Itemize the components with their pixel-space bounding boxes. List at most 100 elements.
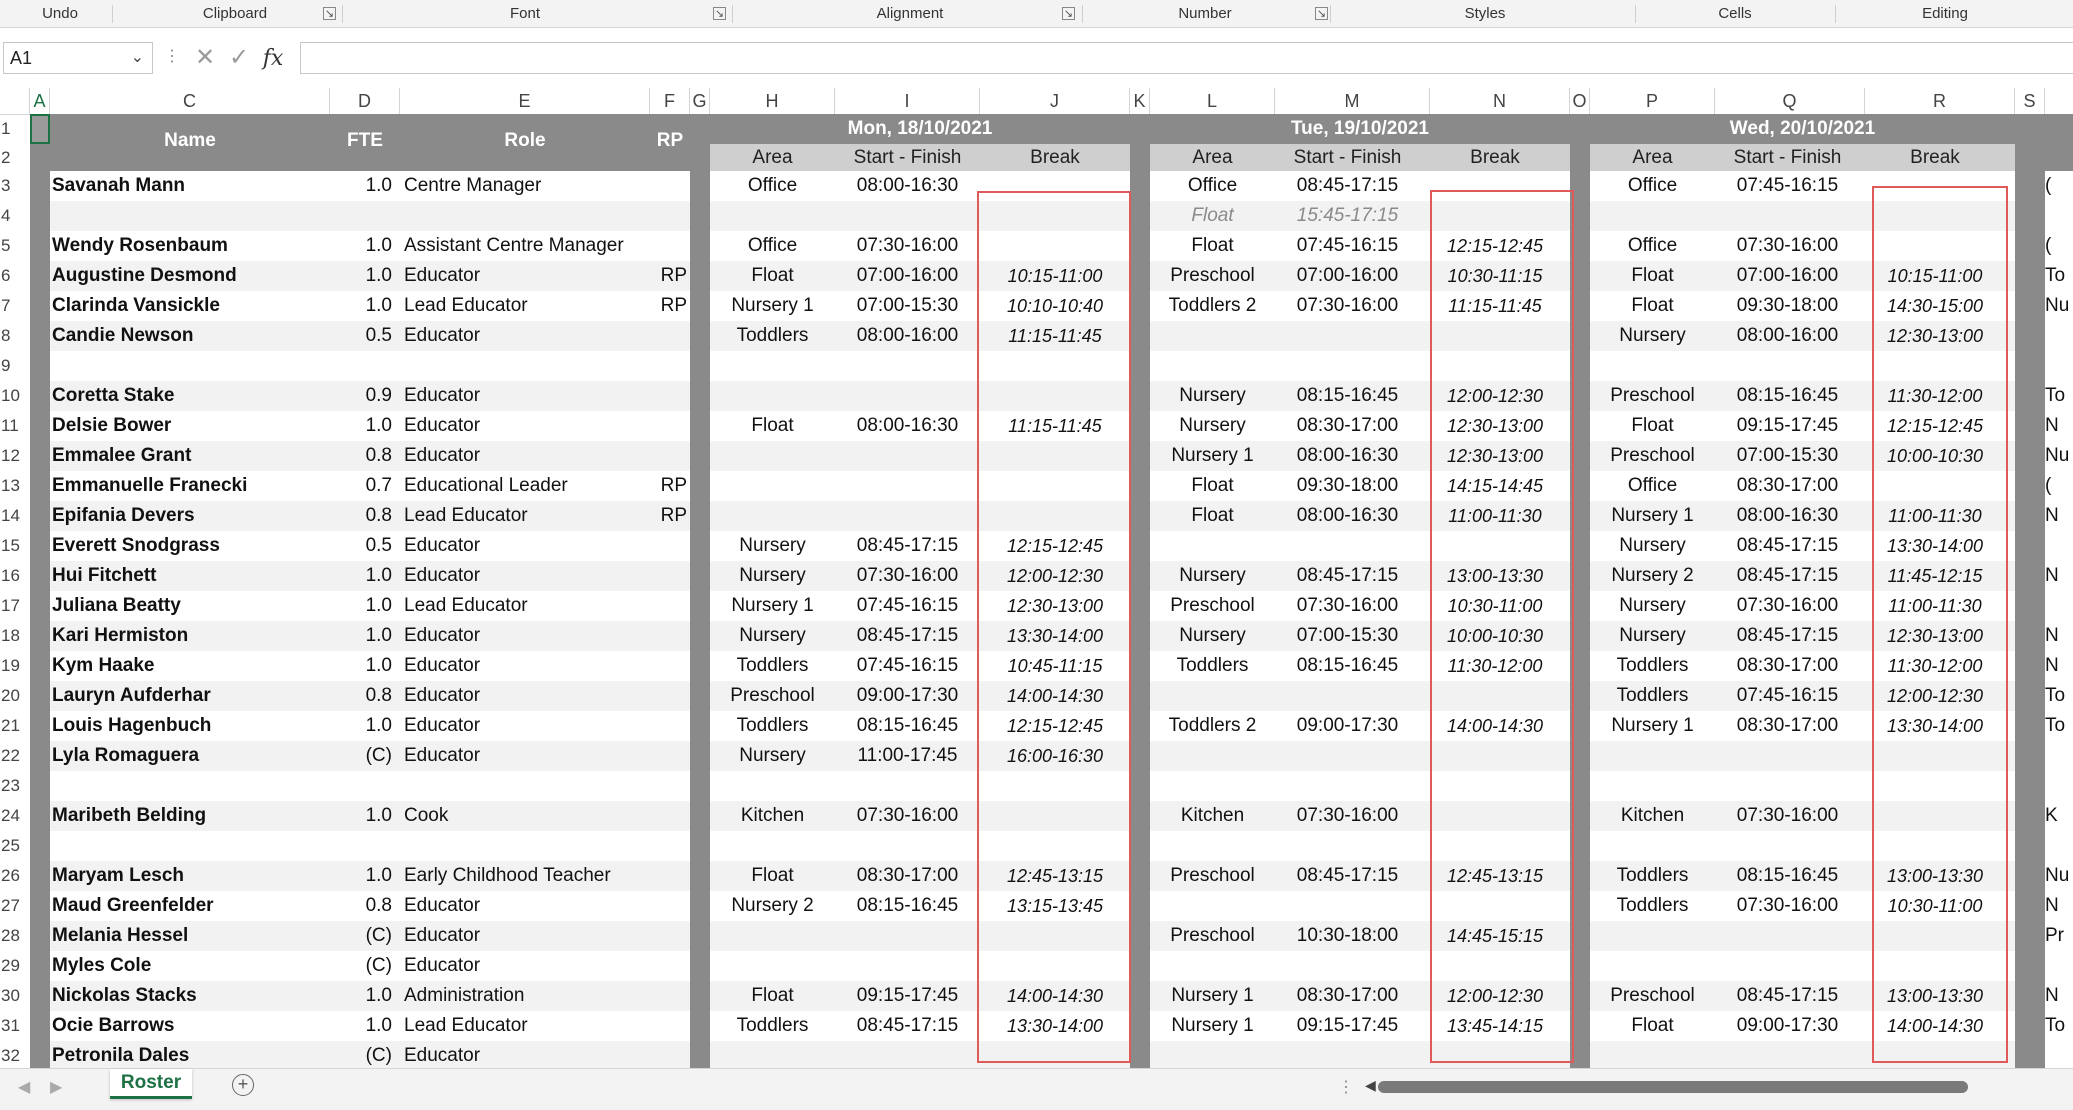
shift-time[interactable]: 07:00-16:00 xyxy=(1275,261,1420,291)
shift-area[interactable]: Nursery xyxy=(1150,621,1275,651)
row-header[interactable]: 18 xyxy=(0,621,30,651)
row-header[interactable]: 20 xyxy=(0,681,30,711)
selected-cell-a1[interactable] xyxy=(30,114,50,144)
name-box[interactable]: A1 ⌄ xyxy=(3,42,153,74)
column-header-I[interactable]: I xyxy=(835,88,980,114)
row-header[interactable]: 11 xyxy=(0,411,30,441)
staff-name[interactable]: Emmanuelle Franecki xyxy=(52,471,330,501)
staff-name[interactable]: Epifania Devers xyxy=(52,501,330,531)
truncated-next-column[interactable]: N xyxy=(2045,651,2073,681)
column-header-S[interactable]: S xyxy=(2015,88,2045,114)
shift-area[interactable]: Office xyxy=(1150,171,1275,201)
truncated-next-column[interactable]: Nu xyxy=(2045,861,2073,891)
row-header[interactable]: 8 xyxy=(0,321,30,351)
ribbon-group-cells[interactable]: Cells xyxy=(1640,0,1830,28)
staff-name[interactable]: Louis Hagenbuch xyxy=(52,711,330,741)
shift-area[interactable]: Nursery xyxy=(1150,411,1275,441)
truncated-next-column[interactable]: N xyxy=(2045,891,2073,921)
rp-flag[interactable]: RP xyxy=(650,291,687,321)
shift-area[interactable]: Float xyxy=(710,411,835,441)
staff-name[interactable]: Lyla Romaguera xyxy=(52,741,330,771)
tab-next-icon[interactable]: ▶ xyxy=(50,1077,62,1097)
truncated-next-column[interactable]: ( xyxy=(2045,231,2073,261)
role-value[interactable]: Educator xyxy=(404,951,650,981)
fte-value[interactable]: 1.0 xyxy=(330,801,392,831)
fte-value[interactable]: (C) xyxy=(330,951,392,981)
row-header[interactable]: 23 xyxy=(0,771,30,801)
row-header[interactable]: 2 xyxy=(0,144,30,171)
shift-time[interactable]: 08:15-16:45 xyxy=(1715,381,1860,411)
dialog-launcher-icon[interactable]: ↘ xyxy=(323,7,336,20)
shift-area[interactable]: Toddlers xyxy=(710,651,835,681)
truncated-next-column[interactable]: To xyxy=(2045,711,2073,741)
shift-area[interactable]: Nursery 2 xyxy=(710,891,835,921)
shift-area[interactable]: Float xyxy=(1150,501,1275,531)
staff-name[interactable]: Petronila Dales xyxy=(52,1041,330,1068)
truncated-next-column[interactable]: N xyxy=(2045,561,2073,591)
more-icon[interactable]: ⋮ xyxy=(164,46,180,66)
cancel-icon[interactable]: ✕ xyxy=(188,42,222,74)
shift-time[interactable]: 08:30-17:00 xyxy=(1275,981,1420,1011)
role-value[interactable]: Educator xyxy=(404,921,650,951)
shift-area[interactable]: Office xyxy=(1590,171,1715,201)
role-value[interactable]: Educator xyxy=(404,561,650,591)
role-value[interactable]: Early Childhood Teacher xyxy=(404,861,650,891)
chevron-down-icon[interactable]: ⌄ xyxy=(131,43,144,73)
row-header[interactable]: 22 xyxy=(0,741,30,771)
shift-area[interactable]: Office xyxy=(1590,471,1715,501)
shift-area[interactable]: Float xyxy=(1150,231,1275,261)
shift-time[interactable]: 08:45-17:15 xyxy=(1715,561,1860,591)
shift-time[interactable]: 08:15-16:45 xyxy=(1715,861,1860,891)
enter-icon[interactable]: ✓ xyxy=(222,42,256,74)
shift-time[interactable]: 07:00-15:30 xyxy=(835,291,980,321)
role-value[interactable]: Centre Manager xyxy=(404,171,650,201)
role-value[interactable]: Lead Educator xyxy=(404,501,650,531)
shift-area[interactable]: Preschool xyxy=(1590,441,1715,471)
shift-time[interactable]: 09:15-17:45 xyxy=(835,981,980,1011)
row-header[interactable]: 21 xyxy=(0,711,30,741)
column-header-P[interactable]: P xyxy=(1590,88,1715,114)
row-header[interactable]: 1 xyxy=(0,114,30,144)
shift-area[interactable]: Nursery 1 xyxy=(1150,441,1275,471)
shift-area[interactable]: Kitchen xyxy=(710,801,835,831)
shift-area[interactable]: Nursery xyxy=(710,561,835,591)
row-header[interactable]: 3 xyxy=(0,171,30,201)
shift-area[interactable]: Preschool xyxy=(1150,591,1275,621)
shift-area[interactable]: Nursery xyxy=(1150,561,1275,591)
shift-time[interactable]: 08:45-17:15 xyxy=(1275,861,1420,891)
row-header[interactable]: 32 xyxy=(0,1041,30,1068)
row-header[interactable]: 19 xyxy=(0,651,30,681)
row-header[interactable]: 24 xyxy=(0,801,30,831)
formula-input[interactable] xyxy=(300,42,2073,74)
fte-value[interactable]: 1.0 xyxy=(330,561,392,591)
shift-area[interactable]: Nursery xyxy=(1590,591,1715,621)
fte-value[interactable]: 1.0 xyxy=(330,591,392,621)
shift-time[interactable]: 07:00-15:30 xyxy=(1275,621,1420,651)
fte-value[interactable]: 1.0 xyxy=(330,621,392,651)
shift-area[interactable]: Kitchen xyxy=(1150,801,1275,831)
shift-time[interactable]: 08:00-16:30 xyxy=(1275,501,1420,531)
shift-time[interactable]: 08:30-17:00 xyxy=(835,861,980,891)
row-header[interactable]: 28 xyxy=(0,921,30,951)
column-header-F[interactable]: F xyxy=(650,88,690,114)
shift-area[interactable]: Float xyxy=(1150,201,1275,231)
fte-value[interactable]: 0.7 xyxy=(330,471,392,501)
shift-time[interactable]: 08:00-16:00 xyxy=(835,321,980,351)
fte-value[interactable]: 0.8 xyxy=(330,891,392,921)
truncated-next-column[interactable]: ( xyxy=(2045,471,2073,501)
fte-value[interactable]: 1.0 xyxy=(330,981,392,1011)
truncated-next-column[interactable]: N xyxy=(2045,621,2073,651)
staff-name[interactable]: Kari Hermiston xyxy=(52,621,330,651)
shift-time[interactable]: 07:45-16:15 xyxy=(1715,681,1860,711)
shift-area[interactable]: Nursery xyxy=(710,621,835,651)
row-header[interactable]: 14 xyxy=(0,501,30,531)
shift-time[interactable]: 08:30-17:00 xyxy=(1275,411,1420,441)
column-header-L[interactable]: L xyxy=(1150,88,1275,114)
staff-name[interactable]: Wendy Rosenbaum xyxy=(52,231,330,261)
shift-area[interactable]: Toddlers xyxy=(710,711,835,741)
shift-area[interactable]: Nursery 1 xyxy=(1590,711,1715,741)
truncated-next-column[interactable]: To xyxy=(2045,681,2073,711)
row-header[interactable]: 6 xyxy=(0,261,30,291)
row-header[interactable]: 13 xyxy=(0,471,30,501)
staff-name[interactable]: Maribeth Belding xyxy=(52,801,330,831)
